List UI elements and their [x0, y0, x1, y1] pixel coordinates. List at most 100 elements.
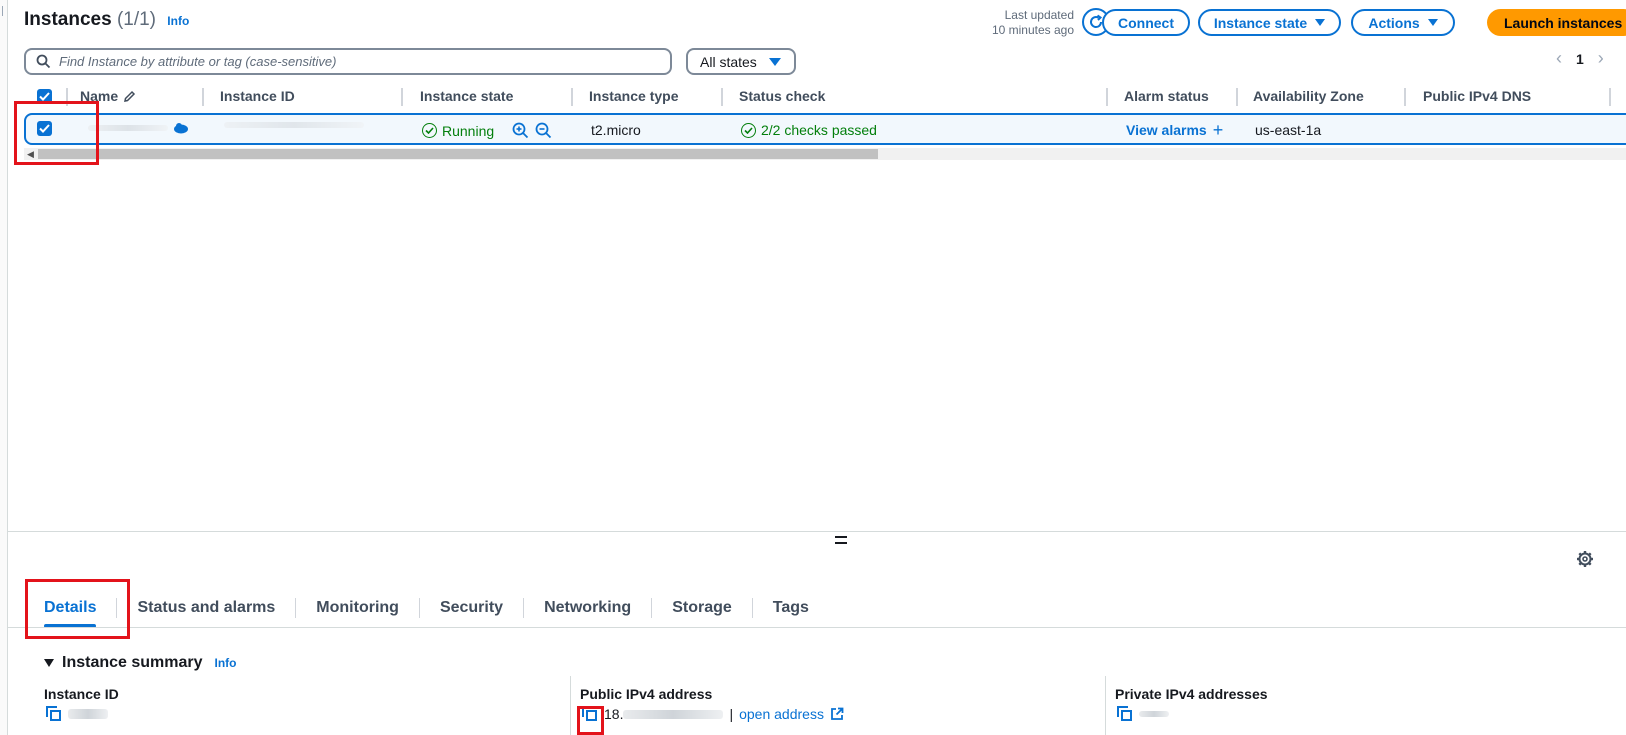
separator: |	[729, 706, 734, 722]
last-updated: Last updated 10 minutes ago	[940, 8, 1074, 38]
instance-state-cell: Running	[422, 122, 552, 139]
col-availability-zone[interactable]: Availability Zone	[1253, 88, 1364, 104]
scroll-left-icon[interactable]: ◀	[27, 149, 34, 160]
page-title: Instances (1/1) Info	[24, 9, 189, 31]
current-page[interactable]: 1	[1576, 51, 1584, 67]
zoom-out-icon[interactable]	[535, 122, 552, 139]
title-text: Instances	[24, 9, 112, 30]
left-panel-edge	[0, 0, 8, 735]
summary-title: Instance summary	[62, 654, 203, 671]
caret-down-icon	[1427, 19, 1438, 26]
drag-handle-icon[interactable]	[835, 536, 847, 544]
tab-details[interactable]: Details	[24, 592, 116, 628]
check-circle-icon	[741, 122, 756, 138]
tab-security[interactable]: Security	[420, 592, 523, 624]
actions-button[interactable]: Actions	[1351, 9, 1455, 36]
next-page-icon[interactable]: ›	[1598, 48, 1604, 69]
zoom-in-icon[interactable]	[512, 122, 529, 139]
view-alarms-label: View alarms	[1126, 122, 1207, 138]
col-public-dns[interactable]: Public IPv4 DNS	[1423, 88, 1531, 104]
collapse-triangle-icon[interactable]	[44, 659, 54, 667]
availability-zone-cell: us-east-1a	[1255, 122, 1322, 138]
search-input[interactable]	[59, 54, 639, 69]
public-ipv4-redacted	[623, 709, 724, 719]
summary-info-link[interactable]: Info	[215, 656, 237, 670]
instance-summary-header[interactable]: Instance summary Info	[44, 654, 237, 672]
instance-count: (1/1)	[116, 9, 157, 30]
col-status-check[interactable]: Status check	[739, 88, 825, 104]
copy-icon[interactable]	[1117, 706, 1133, 722]
actions-label: Actions	[1368, 14, 1420, 31]
instance-id-redacted[interactable]	[224, 122, 364, 128]
external-link-icon[interactable]	[830, 707, 844, 721]
tab-status-and-alarms[interactable]: Status and alarms	[117, 592, 295, 624]
gear-icon[interactable]	[1576, 550, 1594, 568]
status-check-cell[interactable]: 2/2 checks passed	[741, 122, 877, 138]
instance-state-button[interactable]: Instance state	[1198, 9, 1341, 36]
col-name[interactable]: Name	[80, 88, 136, 104]
title-info-link[interactable]: Info	[167, 14, 189, 28]
public-ipv4-value: 18. | open address	[582, 706, 844, 722]
table-header: Name Instance ID Instance state Instance…	[24, 84, 1626, 112]
col-instance-type[interactable]: Instance type	[589, 88, 678, 104]
tabs-divider	[8, 627, 1626, 628]
cloud-icon	[174, 123, 188, 134]
view-alarms-link[interactable]: View alarms +	[1126, 120, 1224, 140]
col-instance-id[interactable]: Instance ID	[220, 88, 295, 104]
pagination: ‹ 1 ›	[1556, 48, 1604, 69]
col-alarm-status-label: Alarm status	[1124, 88, 1209, 104]
private-ipv4-label: Private IPv4 addresses	[1115, 686, 1268, 702]
last-updated-label: Last updated	[1004, 8, 1074, 22]
horizontal-scrollbar[interactable]: ◀	[24, 148, 1626, 160]
scrollbar-thumb[interactable]	[38, 149, 878, 159]
edit-pencil-icon[interactable]	[123, 90, 136, 103]
col-instance-state-label: Instance state	[420, 88, 514, 104]
instance-name-redacted	[88, 122, 190, 134]
col-alarm-status[interactable]: Alarm status	[1124, 88, 1209, 104]
states-filter-select[interactable]: All states	[686, 48, 796, 75]
col-instance-type-label: Instance type	[589, 88, 679, 104]
instance-id-redacted	[68, 709, 108, 719]
caret-down-icon	[768, 57, 781, 66]
instance-state-label: Instance state	[1213, 14, 1308, 31]
tab-monitoring[interactable]: Monitoring	[296, 592, 419, 624]
instance-id-label: Instance ID	[44, 686, 119, 702]
instance-state-value: Running	[442, 122, 495, 139]
status-check-value: 2/2 checks passed	[761, 122, 877, 138]
instance-id-value	[46, 706, 108, 722]
check-circle-icon	[422, 123, 437, 138]
tab-storage[interactable]: Storage	[652, 592, 752, 624]
select-all-checkbox[interactable]	[37, 89, 52, 104]
row-checkbox[interactable]	[37, 121, 52, 136]
plus-icon: +	[1212, 120, 1224, 140]
col-instance-state[interactable]: Instance state	[420, 88, 513, 104]
prev-page-icon[interactable]: ‹	[1556, 48, 1562, 69]
public-ipv4-prefix: 18.	[604, 706, 624, 722]
caret-down-icon	[1315, 19, 1326, 26]
connect-button[interactable]: Connect	[1102, 9, 1190, 36]
private-ipv4-redacted	[1139, 711, 1169, 717]
col-name-label: Name	[80, 88, 119, 104]
tab-networking[interactable]: Networking	[524, 592, 651, 624]
states-selected: All states	[700, 53, 757, 70]
connect-label: Connect	[1118, 14, 1174, 31]
search-box[interactable]	[24, 48, 672, 75]
last-updated-value: 10 minutes ago	[991, 23, 1074, 37]
tab-tags[interactable]: Tags	[753, 592, 829, 624]
table-row[interactable]: Running t2.micro 2/2 checks passed View …	[24, 113, 1626, 145]
private-ipv4-value	[1117, 706, 1169, 722]
search-icon	[36, 54, 51, 69]
open-address-link[interactable]: open address	[739, 706, 824, 722]
instance-type-cell: t2.micro	[591, 122, 641, 138]
copy-icon[interactable]	[582, 706, 598, 722]
col-public-dns-label: Public IPv4 DNS	[1423, 88, 1532, 104]
split-panel-divider	[8, 531, 1626, 532]
launch-label: Launch instances	[1504, 14, 1623, 31]
copy-icon[interactable]	[46, 706, 62, 722]
col-status-check-label: Status check	[739, 88, 826, 104]
col-availability-zone-label: Availability Zone	[1253, 88, 1364, 104]
public-ipv4-label: Public IPv4 address	[580, 686, 713, 702]
launch-instances-button[interactable]: Launch instances	[1487, 9, 1626, 36]
details-tabs: Details Status and alarms Monitoring Sec…	[24, 592, 829, 628]
col-instance-id-label: Instance ID	[220, 88, 295, 104]
